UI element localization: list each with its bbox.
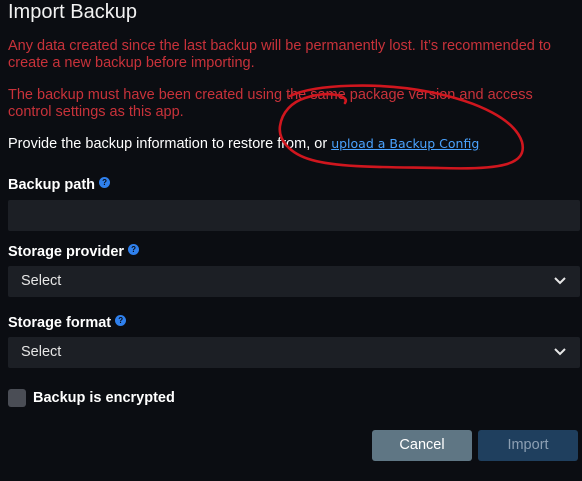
info-icon[interactable]: ? <box>128 244 140 255</box>
data-loss-warning: Any data created since the last backup w… <box>8 38 551 71</box>
info-icon[interactable]: ? <box>99 177 111 188</box>
storage-format-label-text: Storage format <box>8 315 112 331</box>
storage-provider-select[interactable]: Select <box>8 266 580 297</box>
storage-format-selected: Select <box>21 344 62 360</box>
chevron-down-icon <box>554 348 566 356</box>
info-icon[interactable]: ? <box>115 315 127 326</box>
version-warning: The backup must have been created using … <box>8 87 533 120</box>
import-button[interactable]: Import <box>478 430 578 461</box>
storage-provider-label-text: Storage provider <box>8 244 125 260</box>
storage-provider-selected: Select <box>21 273 62 289</box>
dialog-title: Import Backup <box>8 1 137 23</box>
import-backup-dialog: Import Backup Any data created since the… <box>0 0 582 481</box>
storage-format-label: Storage format? <box>8 315 127 331</box>
encrypted-label: Backup is encrypted <box>33 390 175 406</box>
provide-info-label: Provide the backup information to restor… <box>8 136 332 152</box>
cancel-button[interactable]: Cancel <box>372 430 472 461</box>
storage-format-select[interactable]: Select <box>8 337 580 368</box>
annotation-scribble <box>278 84 525 170</box>
upload-backup-config-link[interactable]: upload a Backup Config <box>331 136 479 151</box>
chevron-down-icon <box>554 277 566 285</box>
backup-path-label: Backup path? <box>8 177 111 193</box>
backup-path-input[interactable] <box>8 200 580 231</box>
provide-info-text: Provide the backup information to restor… <box>8 135 479 153</box>
storage-provider-label: Storage provider? <box>8 244 140 260</box>
backup-path-label-text: Backup path <box>8 177 96 193</box>
encrypted-checkbox[interactable] <box>8 389 26 407</box>
